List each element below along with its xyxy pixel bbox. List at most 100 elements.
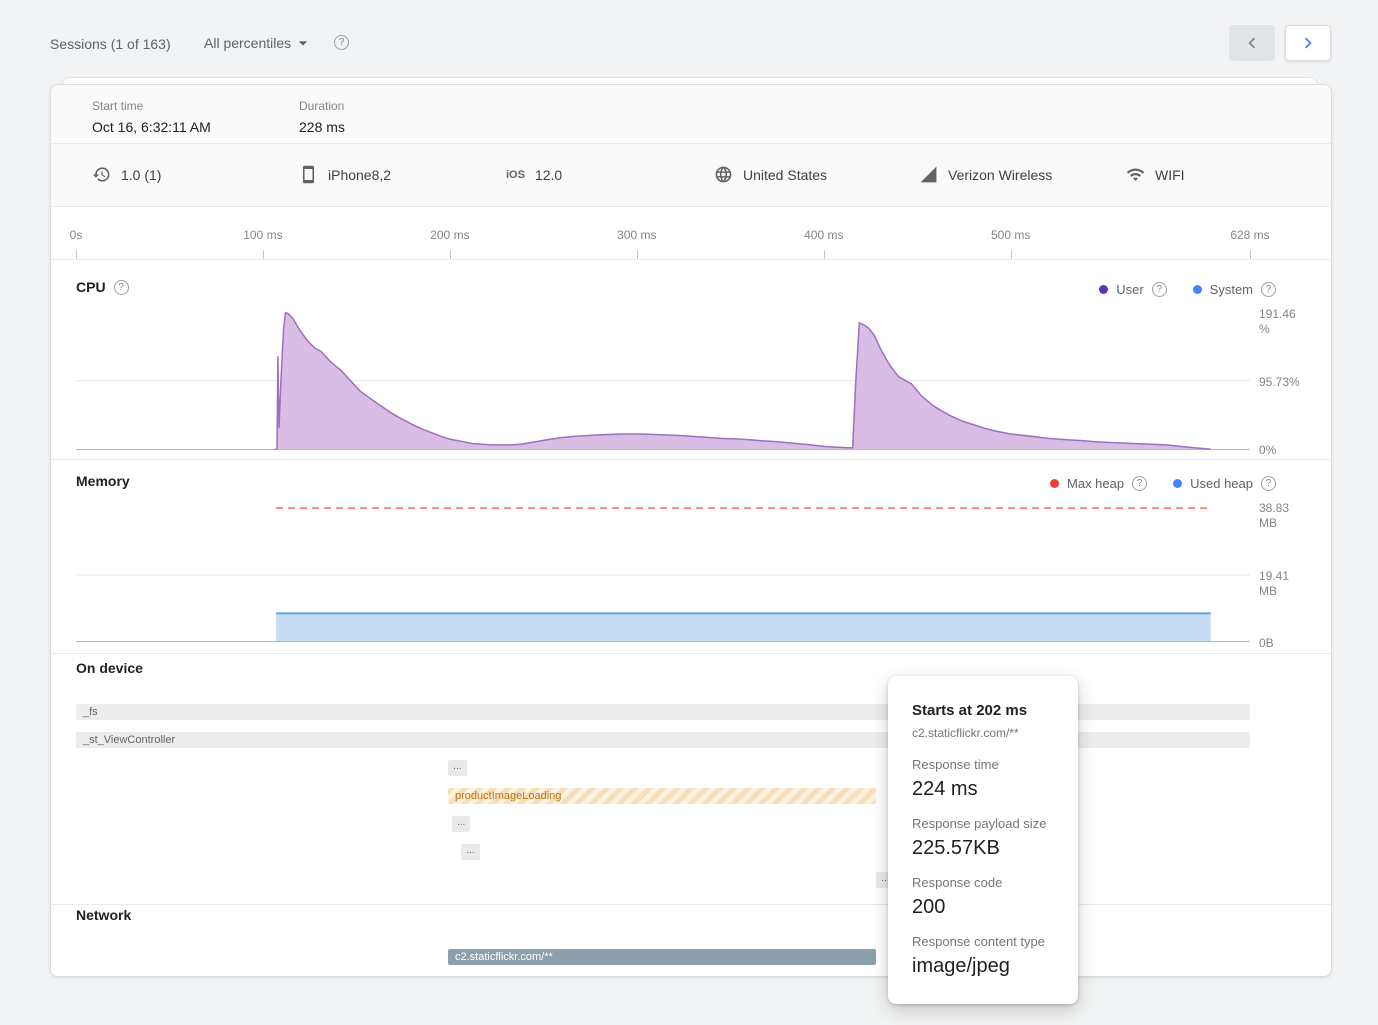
cpu-legend-system[interactable]: System [1193,282,1276,297]
duration-label: Duration [299,99,345,113]
user-legend-label: User [1116,282,1143,297]
timeline-tick-mark [637,250,638,259]
session-card: Start time Oct 16, 6:32:11 AM Duration 2… [50,84,1332,977]
radio-type-value: WIFI [1155,167,1185,183]
dropdown-arrow-icon [293,33,313,53]
os-version-value: 12.0 [535,167,562,183]
start-time-value: Oct 16, 6:32:11 AM [92,119,211,135]
help-icon[interactable] [334,35,349,50]
tooltip-field-label: Response code [912,875,1064,890]
network-request-tooltip: Starts at 202 ms c2.staticflickr.com/** … [888,676,1078,1004]
memory-legend-max-heap[interactable]: Max heap [1050,476,1147,491]
chevron-right-icon [1297,32,1319,54]
timeline-tick-label: 628 ms [1230,228,1269,242]
firebase-performance-session-page: Sessions (1 of 163) All percentiles Star… [0,0,1378,1025]
used-heap-legend-label: Used heap [1190,476,1253,491]
divider [51,904,1331,905]
memory-axis-mid: 19.41 MB [1259,569,1289,599]
timeline-tick-mark [1011,250,1012,259]
used-heap-band [276,613,1211,641]
timeline-tick-label: 400 ms [804,228,843,242]
help-icon[interactable] [1132,476,1147,491]
cpu-usage-chart[interactable] [76,311,1250,450]
tooltip-field-response-time: Response time 224 ms [912,757,1064,801]
timeline-tick-mark [824,250,825,259]
timeline-tick-label: 100 ms [243,228,282,242]
collapsed-traces-chip[interactable]: ... [461,844,480,860]
timeline-tick-mark [1250,250,1251,259]
network-request-bar[interactable]: c2.staticflickr.com/** [448,949,876,965]
start-time-label: Start time [92,99,211,113]
collapsed-traces-chip[interactable]: ... [448,760,467,776]
memory-axis-max-unit: MB [1259,516,1289,531]
collapsed-traces-chip[interactable]: ... [452,816,471,832]
system-series-dot [1193,285,1202,294]
start-time-field: Start time Oct 16, 6:32:11 AM [92,99,211,135]
cpu-section-title: CPU [76,279,106,295]
cpu-user-series-area [274,313,1210,450]
country-attribute: United States [714,143,827,206]
memory-legend-used-heap[interactable]: Used heap [1173,476,1276,491]
timeline-tick-label: 300 ms [617,228,656,242]
used-heap-dot [1173,479,1182,488]
tooltip-field-content-type: Response content type image/jpeg [912,934,1064,978]
percentiles-dropdown-label: All percentiles [204,35,291,51]
percentiles-dropdown[interactable]: All percentiles [204,33,313,53]
help-icon[interactable] [1261,282,1276,297]
device-model-attribute: iPhone8,2 [299,143,391,206]
cpu-legend: User System [1099,282,1276,297]
carrier-attribute: Verizon Wireless [919,143,1052,206]
on-device-section-title: On device [76,660,143,676]
cellular-signal-icon [919,165,938,184]
wifi-icon [1126,165,1145,184]
tooltip-field-label: Response content type [912,934,1064,949]
cpu-axis-max-value: 191.46 [1259,307,1296,322]
country-value: United States [743,167,827,183]
tooltip-field-response-code: Response code 200 [912,875,1064,919]
next-session-button[interactable] [1285,25,1331,61]
max-heap-legend-label: Max heap [1067,476,1124,491]
timeline-tick-label: 200 ms [430,228,469,242]
help-icon[interactable] [1152,282,1167,297]
device-model-value: iPhone8,2 [328,167,391,183]
timeline-tick-label: 500 ms [991,228,1030,242]
network-section-title: Network [76,907,131,923]
ios-icon: iOS [506,169,525,181]
tooltip-field-value: 224 ms [912,778,1064,801]
divider [51,206,1331,207]
memory-section-header: Memory [76,473,130,489]
memory-chart[interactable] [76,501,1250,642]
timeline-ruler: 0s100 ms200 ms300 ms400 ms500 ms628 ms [76,206,1250,259]
os-version-attribute: iOS 12.0 [506,143,562,206]
tooltip-field-payload-size: Response payload size 225.57KB [912,816,1064,860]
divider [51,143,1331,144]
help-icon[interactable] [1261,476,1276,491]
timeline-tick-label: 0s [70,228,83,242]
memory-axis-zero: 0B [1259,636,1274,651]
trace-stage-bar[interactable]: productImageLoading [448,788,876,804]
timeline-tick-mark [263,250,264,259]
timeline-tick-mark [450,250,451,259]
user-series-dot [1099,285,1108,294]
cpu-section-header: CPU [76,279,129,295]
cpu-axis-max-unit: % [1259,322,1296,337]
tooltip-field-value: 200 [912,896,1064,919]
help-icon[interactable] [114,280,129,295]
sessions-count-label: Sessions (1 of 163) [50,36,171,52]
cpu-axis-zero: 0% [1259,443,1276,458]
memory-axis-mid-value: 19.41 [1259,569,1289,584]
memory-axis-max-value: 38.83 [1259,501,1289,516]
divider [51,653,1331,654]
cpu-legend-user[interactable]: User [1099,282,1166,297]
tooltip-field-label: Response time [912,757,1064,772]
tooltip-title: Starts at 202 ms [912,702,1064,719]
app-version-value: 1.0 (1) [121,167,161,183]
previous-session-button[interactable] [1229,25,1275,61]
tooltip-field-value: image/jpeg [912,955,1064,978]
radio-type-attribute: WIFI [1126,143,1185,206]
globe-icon [714,165,733,184]
memory-legend: Max heap Used heap [1050,476,1276,491]
cpu-axis-max: 191.46 % [1259,307,1296,337]
timeline-tick-mark [76,250,77,259]
app-version-attribute: 1.0 (1) [92,143,161,206]
